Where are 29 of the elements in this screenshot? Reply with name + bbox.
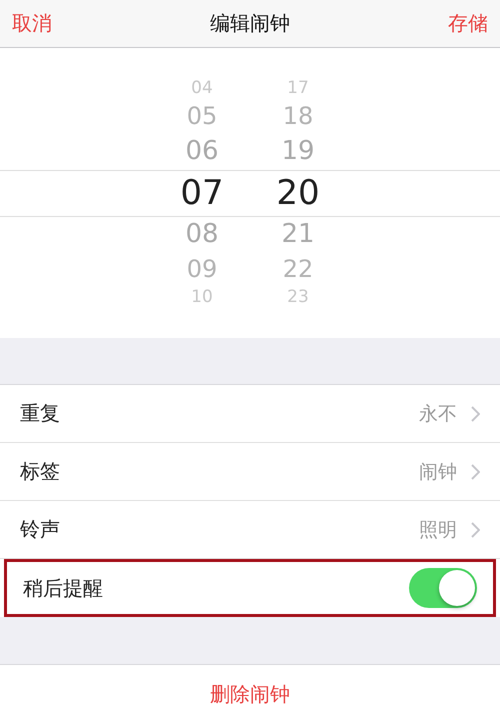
setting-row[interactable]: 铃声 照明 bbox=[0, 501, 500, 559]
screen-title: 编辑闹钟 bbox=[210, 10, 290, 37]
highlighted-setting-row[interactable]: 稍后提醒 bbox=[4, 559, 496, 617]
chevron-icon bbox=[471, 464, 480, 480]
save-button[interactable]: 存储 bbox=[448, 10, 488, 37]
setting-row[interactable]: 重复 永不 bbox=[0, 385, 500, 443]
setting-label: 重复 bbox=[20, 400, 61, 427]
setting-row[interactable]: 标签 闹钟 bbox=[0, 443, 500, 501]
minute-value[interactable]: 22 bbox=[282, 253, 314, 285]
setting-value: 永不 bbox=[419, 402, 457, 426]
delete-alarm-button[interactable]: 删除闹钟 bbox=[210, 680, 290, 708]
hour-value[interactable]: 06 bbox=[185, 132, 219, 170]
setting-label: 标签 bbox=[20, 458, 61, 485]
minute-value[interactable]: 20 bbox=[276, 170, 320, 215]
chevron-icon bbox=[471, 522, 480, 538]
hour-value[interactable]: 08 bbox=[185, 215, 219, 253]
hour-value[interactable]: 05 bbox=[186, 100, 218, 132]
setting-label: 铃声 bbox=[20, 516, 61, 543]
setting-value: 闹钟 bbox=[419, 460, 457, 484]
hour-value[interactable]: 09 bbox=[186, 253, 218, 285]
minute-value[interactable]: 19 bbox=[281, 132, 315, 170]
minute-value[interactable]: 18 bbox=[282, 100, 314, 132]
cancel-button[interactable]: 取消 bbox=[12, 10, 52, 37]
setting-value: 照明 bbox=[419, 518, 457, 542]
minute-value[interactable]: 21 bbox=[281, 215, 315, 253]
chevron-icon bbox=[471, 406, 480, 422]
toggle-switch[interactable] bbox=[409, 568, 477, 608]
hour-value[interactable]: 07 bbox=[180, 170, 224, 215]
setting-label: 稍后提醒 bbox=[23, 574, 104, 602]
